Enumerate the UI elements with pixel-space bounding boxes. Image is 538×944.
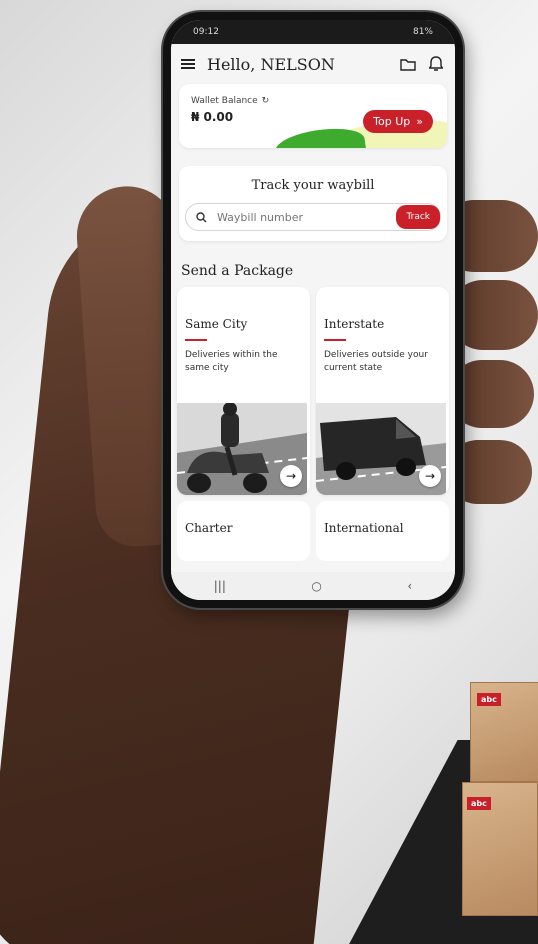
bell-icon[interactable]	[427, 56, 445, 72]
box-logo: abc	[477, 693, 501, 706]
folder-icon[interactable]	[399, 56, 417, 72]
status-battery: 81%	[412, 27, 433, 37]
track-waybill-card: Track your waybill Track	[179, 166, 447, 241]
tile-description: Deliveries outside your current state	[324, 350, 428, 373]
back-icon[interactable]: ‹	[407, 579, 412, 593]
interstate-tile[interactable]: Interstate Deliveries outside your curre…	[316, 287, 449, 495]
phone-screen: 09:12 81% Hello, NELSON Wallet Balance ↻…	[171, 20, 455, 600]
wallet-card: Wallet Balance ↻ ₦ 0.00 Top Up »	[179, 84, 447, 148]
status-bar: 09:12 81%	[171, 20, 455, 44]
wallet-label: Wallet Balance	[191, 96, 258, 106]
cardboard-box: abc	[470, 682, 538, 782]
wallet-label-row: Wallet Balance ↻	[191, 96, 435, 106]
phone-frame: 09:12 81% Hello, NELSON Wallet Balance ↻…	[163, 12, 463, 608]
send-package-title: Send a Package	[181, 263, 294, 279]
greeting-title: Hello, NELSON	[207, 54, 335, 74]
topup-button[interactable]: Top Up »	[363, 110, 433, 133]
package-options-more: Charter International	[171, 501, 455, 561]
package-options-grid: Same City Deliveries within the same cit…	[171, 287, 455, 495]
arrow-right-icon[interactable]: →	[280, 465, 302, 487]
tile-description: Deliveries within the same city	[185, 350, 278, 373]
recent-apps-icon[interactable]: |||	[214, 579, 226, 593]
waybill-search-row: Track	[185, 203, 441, 231]
decorative-wave	[273, 123, 367, 148]
arrow-right-icon[interactable]: →	[419, 465, 441, 487]
search-icon	[196, 208, 207, 227]
hamburger-menu-icon[interactable]	[181, 59, 195, 69]
charter-tile[interactable]: Charter	[177, 501, 310, 561]
tile-accent-line	[324, 339, 346, 341]
tile-title: Same City	[185, 317, 248, 331]
same-city-tile[interactable]: Same City Deliveries within the same cit…	[177, 287, 310, 495]
waybill-input[interactable]	[217, 210, 397, 224]
home-icon[interactable]: ○	[311, 579, 321, 593]
system-nav-bar: ||| ○ ‹	[171, 572, 455, 600]
tile-accent-line	[185, 339, 207, 341]
topup-label: Top Up	[373, 115, 411, 128]
track-title: Track your waybill	[251, 178, 375, 193]
box-logo: abc	[467, 797, 491, 810]
double-chevron-right-icon: »	[416, 115, 423, 128]
status-time: 09:12	[193, 27, 219, 37]
app-header: Hello, NELSON	[171, 44, 455, 84]
track-button[interactable]: Track	[396, 205, 440, 229]
cardboard-box: abc	[462, 782, 538, 916]
tile-title: Interstate	[324, 317, 385, 331]
refresh-icon[interactable]: ↻	[262, 96, 270, 106]
international-tile[interactable]: International	[316, 501, 449, 561]
